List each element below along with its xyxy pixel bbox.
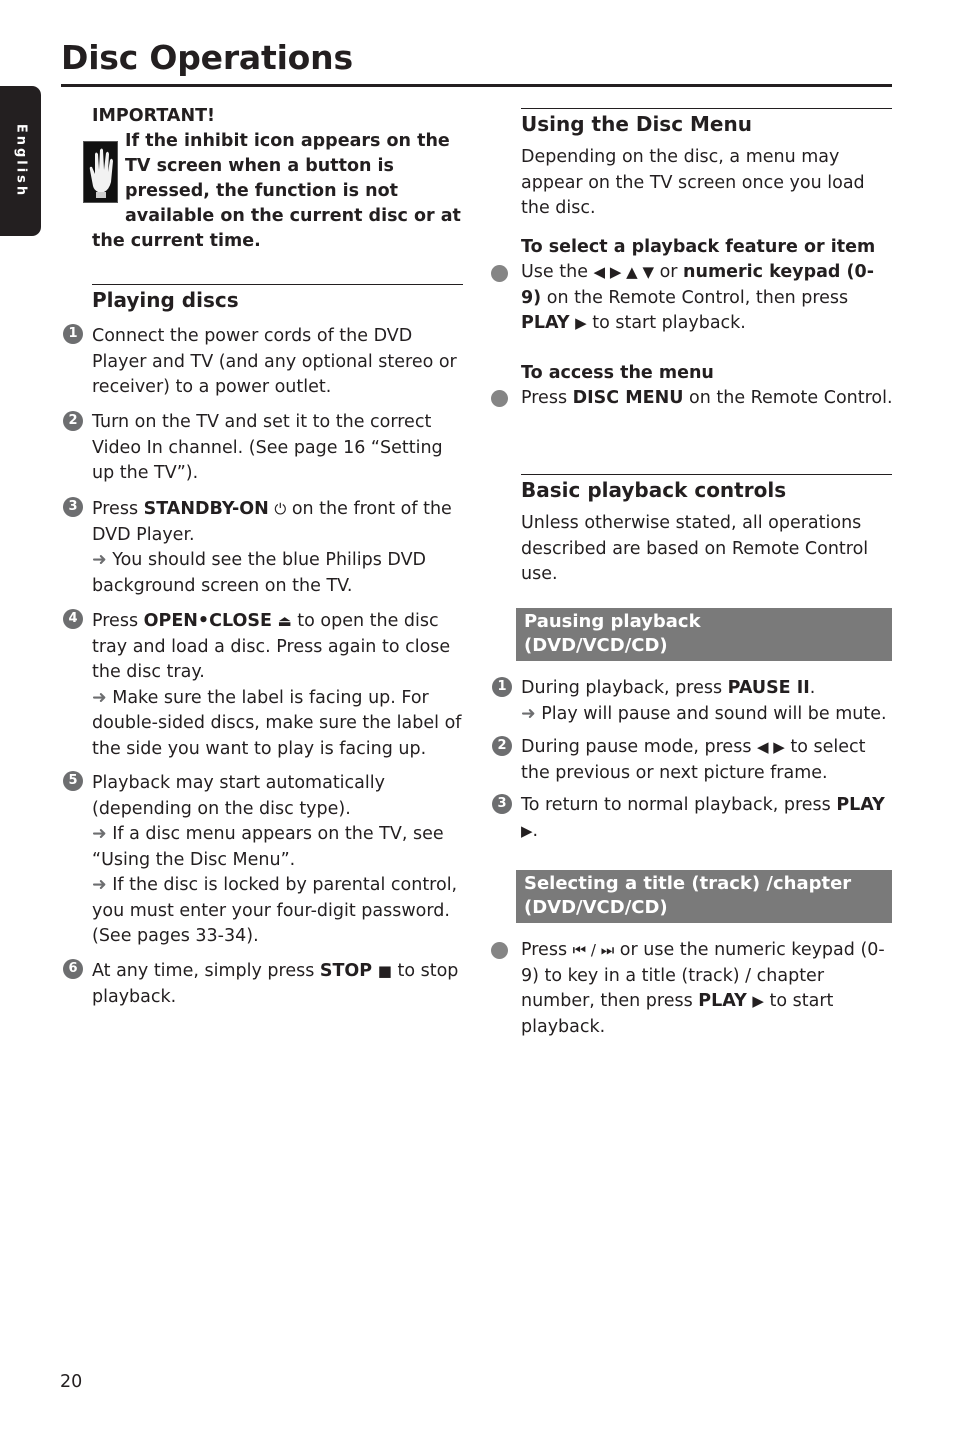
left-right-arrows-icon: ◀ ▶	[757, 738, 785, 756]
step-text: Turn on the TV and set it to the correct…	[92, 412, 443, 483]
step-note: Play will pause and sound will be mute.	[535, 703, 887, 724]
important-line: TV screen when a button is	[125, 156, 394, 176]
basic-controls-intro: Unless otherwise stated, all operations …	[521, 513, 869, 584]
step-number-icon: 1	[63, 324, 83, 344]
arrow-right-icon: ➜	[92, 875, 107, 895]
disc-menu-heading: Using the Disc Menu	[521, 112, 752, 136]
button-name: PLAY	[698, 991, 747, 1011]
step-number-icon: 2	[492, 736, 512, 756]
step-item: Press STANDBY-ON ⏻ on the front of the D…	[92, 497, 464, 599]
page-number: 20	[60, 1372, 83, 1392]
step-item: Press OPEN•CLOSE ⏏ to open the disc tray…	[92, 609, 464, 762]
step-text: Press	[92, 499, 144, 519]
selecting-text: Press ⏮ / ⏭ or use the numeric keypad (0…	[521, 938, 893, 1040]
text: Press	[521, 388, 573, 408]
step-note: If a disc menu appears on the TV, see “U…	[92, 824, 444, 870]
button-name: OPEN•CLOSE	[143, 611, 272, 631]
playing-discs-heading: Playing discs	[92, 288, 239, 312]
text: on the Remote Control, then press	[541, 287, 849, 308]
step-text: Press	[92, 611, 144, 631]
bullet-icon	[491, 942, 508, 959]
text: Press	[521, 940, 573, 960]
step-text: At any time, simply press	[92, 961, 320, 981]
important-line: pressed, the function is not	[125, 181, 398, 201]
step-text: To return to normal playback, press	[521, 795, 837, 815]
text: on the Remote Control.	[683, 388, 893, 408]
arrow-keys-icon: ◀ ▶ ▲ ▼	[593, 263, 654, 281]
play-icon: ▶	[575, 314, 587, 332]
step-number-icon: 2	[63, 411, 83, 431]
section-rule	[521, 108, 892, 109]
text: to start playback.	[586, 313, 746, 333]
step-text: During pause mode, press	[521, 737, 757, 757]
play-icon: ▶	[521, 821, 533, 840]
access-menu-subheading: To access the menu	[521, 363, 714, 383]
button-name: PLAY	[836, 795, 885, 815]
selecting-subheading: (DVD/VCD/CD)	[524, 897, 668, 918]
button-name: PLAY	[521, 313, 570, 333]
disc-menu-intro: Depending on the disc, a menu may appear…	[521, 147, 865, 218]
step-item: Turn on the TV and set it to the correct…	[92, 410, 466, 487]
section-rule	[92, 284, 463, 285]
step-item: At any time, simply press STOP ■ to stop…	[92, 959, 464, 1010]
step-text: .	[532, 820, 539, 841]
play-icon: ▶	[752, 992, 764, 1010]
selecting-section-bar: Selecting a title (track) /chapter (DVD/…	[516, 870, 892, 923]
step-item: Playback may start automatically (depend…	[92, 771, 464, 950]
step-note: If the disc is locked by parental contro…	[92, 875, 458, 946]
step-number-icon: 5	[63, 771, 83, 791]
button-name: DISC MENU	[572, 388, 684, 408]
step-number-icon: 1	[492, 677, 512, 697]
eject-icon: ⏏	[277, 612, 292, 630]
step-text: Playback may start automatically (depend…	[92, 773, 385, 819]
button-name: PAUSE II	[727, 678, 810, 698]
skip-prev-next-icon: ⏮ / ⏭	[572, 941, 615, 959]
step-item: During playback, press PAUSE II. ➜ Play …	[521, 676, 901, 727]
arrow-right-icon: ➜	[521, 703, 536, 724]
access-menu-text: Press DISC MENU on the Remote Control.	[521, 386, 893, 412]
bullet-icon	[491, 265, 508, 282]
page-title: Disc Operations	[61, 38, 353, 77]
select-feature-text: Use the ◀ ▶ ▲ ▼ or numeric keypad (0-9) …	[521, 260, 893, 337]
important-line: If the inhibit icon appears on the	[125, 131, 450, 151]
step-item: Connect the power cords of the DVD Playe…	[92, 324, 464, 401]
bullet-icon	[491, 390, 508, 407]
selecting-heading: Selecting a title (track) /chapter	[524, 873, 852, 894]
text: Use the	[521, 262, 594, 282]
language-tab: English	[0, 86, 41, 236]
text: or	[654, 262, 684, 282]
important-line: the current time.	[92, 231, 261, 251]
step-item: To return to normal playback, press PLAY…	[521, 793, 893, 844]
select-feature-subheading: To select a playback feature or item	[521, 237, 876, 257]
section-rule	[521, 474, 892, 475]
step-text: Connect the power cords of the DVD Playe…	[92, 326, 457, 397]
pausing-heading: Pausing playback	[524, 611, 701, 632]
pausing-subheading: (DVD/VCD/CD)	[524, 635, 668, 656]
step-note: You should see the blue Philips DVD back…	[92, 550, 427, 596]
step-text: .	[809, 678, 816, 698]
important-line: available on the current disc or at	[125, 206, 461, 226]
button-name: STOP	[319, 961, 373, 981]
step-number-icon: 4	[63, 609, 83, 629]
pausing-section-bar: Pausing playback (DVD/VCD/CD)	[516, 608, 892, 661]
step-number-icon: 3	[63, 497, 83, 517]
stop-icon: ■	[377, 962, 392, 980]
step-item: During pause mode, press ◀ ▶ to select t…	[521, 735, 893, 786]
button-name: STANDBY-ON	[143, 499, 269, 519]
step-number-icon: 6	[63, 959, 83, 979]
arrow-right-icon: ➜	[92, 550, 107, 570]
important-notice: IMPORTANT! If the inhibit icon appears o…	[92, 104, 472, 254]
step-text: During playback, press	[521, 678, 728, 698]
important-heading: IMPORTANT!	[92, 106, 216, 126]
basic-controls-heading: Basic playback controls	[521, 478, 787, 502]
arrow-right-icon: ➜	[92, 687, 107, 708]
step-number-icon: 3	[492, 794, 512, 814]
power-icon: ⏻	[274, 500, 287, 518]
title-rule	[61, 84, 892, 87]
step-note: Make sure the label is facing up. For do…	[92, 687, 462, 759]
language-tab-label: English	[13, 123, 28, 199]
arrow-right-icon: ➜	[92, 824, 107, 844]
